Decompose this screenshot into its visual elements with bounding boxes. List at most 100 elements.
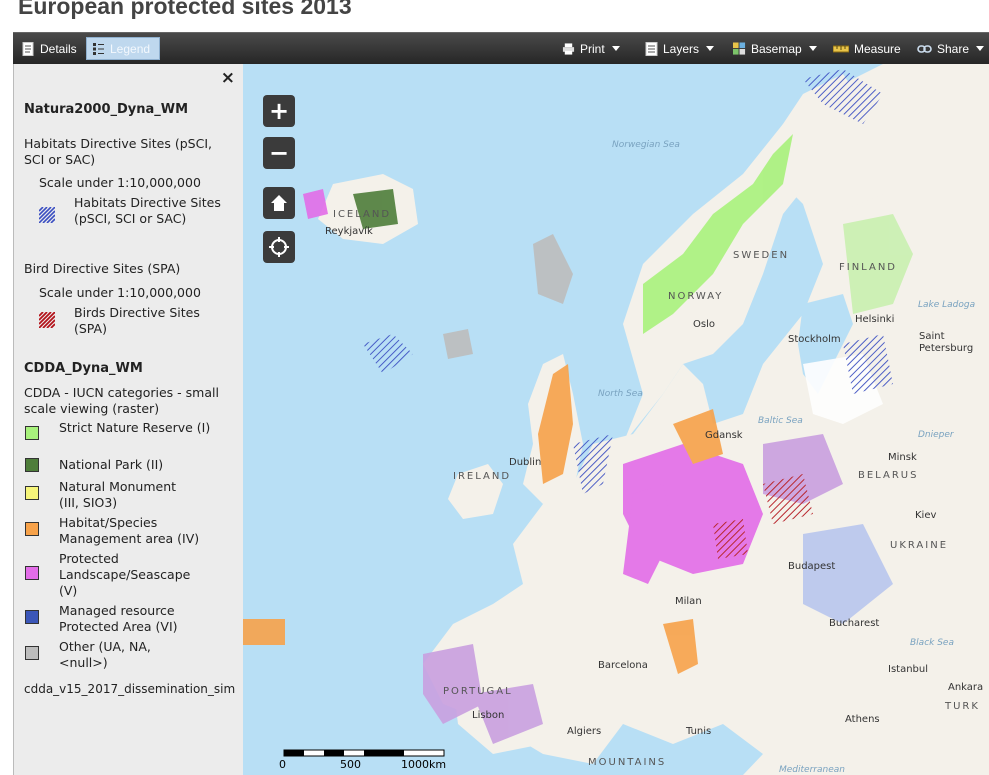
- map-label-tunis: Tunis: [686, 726, 712, 737]
- legend-swatch-protected-landscape: [25, 566, 39, 580]
- map-label-ukraine: UKRAINE: [890, 540, 949, 551]
- map-label-mediterranean: Mediterranean: [779, 765, 845, 775]
- legend-layer-title: Habitats Directive Sites (pSCI, SCI or S…: [24, 136, 212, 167]
- locate-crosshair-icon: [269, 237, 289, 257]
- zoom-in-button[interactable]: +: [263, 95, 295, 127]
- map-label-lake-ladoga: Lake Ladoga: [918, 300, 976, 310]
- map-label-istanbul: Istanbul: [888, 664, 929, 675]
- map-label-portugal: PORTUGAL: [443, 686, 513, 697]
- chevron-down-icon: [976, 46, 985, 51]
- map-label-north-sea: North Sea: [598, 389, 643, 399]
- layers-button[interactable]: Layers: [640, 37, 719, 60]
- map-label-dnieper: Dnieper: [918, 430, 954, 440]
- legend-panel: × Natura2000_Dyna_WM Habitats Directive …: [13, 64, 244, 775]
- map-label-dublin: Dublin: [509, 457, 542, 468]
- legend-button[interactable]: Legend: [86, 37, 160, 60]
- scale-tick-0: 0: [279, 758, 286, 771]
- legend-layer-title: CDDA - IUCN categories - small scale vie…: [24, 385, 219, 416]
- scale-tick-1000: 1000km: [401, 758, 447, 771]
- map-label-lisbon: Lisbon: [472, 710, 505, 721]
- map-label-finland: FINLAND: [839, 262, 898, 273]
- legend-swatch-natural-monument: [25, 486, 39, 500]
- map-label-kiev: Kiev: [915, 510, 937, 521]
- page-title: European protected sites 2013: [18, 0, 352, 19]
- map-label-gdansk: Gdansk: [705, 430, 743, 441]
- legend-item-label: Strict Nature Reserve (I): [59, 420, 211, 435]
- map-label-barcelona: Barcelona: [598, 660, 648, 671]
- map-label-oslo: Oslo: [693, 319, 715, 330]
- zoom-out-button[interactable]: −: [263, 137, 295, 169]
- legend-swatch-other: [25, 646, 39, 660]
- legend-label: Legend: [110, 41, 151, 56]
- legend-swatch-managed-resource: [25, 610, 39, 624]
- share-label: Share: [937, 41, 970, 56]
- legend-item-label: Managed resource Protected Area (VI): [59, 603, 178, 634]
- map-label-mountains: MOUNTAINS: [588, 757, 667, 768]
- map-label-algiers: Algiers: [567, 726, 602, 737]
- scale-tick-500: 500: [340, 758, 361, 771]
- map-label-st-petersburg: Saint Petersburg: [919, 331, 974, 354]
- map-label-iceland: ICELAND: [333, 209, 392, 220]
- map-label-norwegian-sea: Norwegian Sea: [612, 140, 680, 150]
- minus-icon: −: [268, 139, 290, 167]
- measure-button[interactable]: Measure: [828, 37, 906, 60]
- legend-swatch-habitat-species: [25, 522, 39, 536]
- print-label: Print: [580, 41, 605, 56]
- map-label-milan: Milan: [675, 596, 702, 607]
- basemap-grid-icon: [733, 42, 746, 55]
- map-label-athens: Athens: [845, 714, 880, 725]
- map-label-belarus: BELARUS: [858, 470, 919, 481]
- legend-item-label: Birds Directive Sites (SPA): [74, 305, 200, 336]
- basemap-label: Basemap: [751, 41, 802, 56]
- legend-item-label: Habitats Directive Sites (pSCI, SCI or S…: [74, 195, 221, 226]
- map-label-budapest: Budapest: [788, 561, 836, 572]
- map-label-baltic: Baltic Sea: [758, 416, 803, 426]
- locate-button[interactable]: [263, 231, 295, 263]
- legend-scale-note: Scale under 1:10,000,000: [39, 175, 201, 190]
- legend-item-label: National Park (II): [59, 457, 164, 472]
- legend-footer-layer: cdda_v15_2017_dissemination_sim: [24, 682, 236, 696]
- chevron-down-icon: [706, 46, 715, 51]
- measure-label: Measure: [854, 41, 901, 56]
- document-icon: [22, 41, 34, 56]
- legend-scale-note: Scale under 1:10,000,000: [39, 285, 201, 300]
- legend-item-label: Other (UA, NA, <null>): [59, 639, 151, 670]
- details-button[interactable]: Details: [17, 37, 82, 60]
- map-view[interactable]: + − Norwegian Sea North Sea Baltic Sea B…: [243, 64, 989, 775]
- print-button[interactable]: Print: [557, 37, 625, 60]
- legend-layer-title: Bird Directive Sites (SPA): [24, 261, 181, 276]
- map-label-turkey: TURK: [945, 701, 980, 712]
- details-label: Details: [40, 41, 77, 56]
- printer-icon: [562, 42, 575, 55]
- map-label-reykjavik: Reykjavík: [325, 226, 373, 237]
- legend-group-title: Natura2000_Dyna_WM: [24, 102, 189, 117]
- plus-icon: +: [268, 97, 290, 125]
- share-button[interactable]: Share: [912, 37, 989, 60]
- habitats-hatch-swatch: [39, 207, 55, 223]
- legend-swatch-national-park: [25, 458, 39, 472]
- legend-group-title: CDDA_Dyna_WM: [24, 361, 143, 376]
- map-label-minsk: Minsk: [888, 452, 917, 463]
- close-icon[interactable]: ×: [221, 68, 235, 88]
- layers-icon: [645, 41, 658, 56]
- map-label-stockholm: Stockholm: [788, 334, 841, 345]
- layers-label: Layers: [663, 41, 700, 56]
- legend-swatch-strict-reserve: [25, 426, 39, 440]
- legend-list-icon: [93, 42, 104, 55]
- map-label-bucharest: Bucharest: [829, 618, 880, 629]
- map-label-norway: NORWAY: [668, 291, 724, 302]
- map-label-black-sea: Black Sea: [910, 638, 954, 648]
- map-label-helsinki: Helsinki: [855, 314, 895, 325]
- ruler-icon: [833, 45, 849, 52]
- home-button[interactable]: [263, 187, 295, 219]
- basemap-button[interactable]: Basemap: [728, 37, 822, 60]
- legend-item-label: Protected Landscape/Seascape (V): [59, 551, 191, 598]
- toolbar: Details Legend Print Layers Basemap Meas…: [13, 32, 989, 64]
- birds-hatch-swatch: [39, 312, 55, 328]
- legend-item-label: Habitat/Species Management area (IV): [59, 515, 200, 546]
- home-icon: [271, 195, 287, 211]
- map-label-ankara: Ankara: [948, 682, 984, 693]
- legend-item-label: Natural Monument (III, SIO3): [59, 479, 177, 510]
- scale-bar: 0 500 1000km: [279, 746, 453, 771]
- chevron-down-icon: [611, 46, 620, 51]
